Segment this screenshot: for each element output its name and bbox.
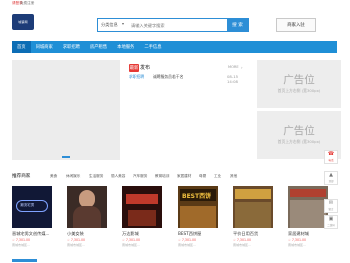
shop-address: 晋城市城区... bbox=[12, 243, 30, 247]
shop-tab[interactable]: 教育培训 bbox=[155, 174, 169, 179]
shop-address: 晋城市城区... bbox=[122, 243, 140, 247]
shop-tab[interactable]: 其他 bbox=[230, 174, 237, 179]
qrcode-icon: ▣ bbox=[328, 216, 334, 222]
shop-name[interactable]: 家居建材城 bbox=[288, 231, 328, 237]
shop-price: ☆ 7,301.00 bbox=[178, 238, 197, 242]
side-top-button[interactable]: ▲ 顶部 bbox=[324, 171, 338, 185]
search-button[interactable]: 搜 索 bbox=[227, 19, 248, 31]
shop-name[interactable]: BEST西饼屋 bbox=[178, 231, 218, 237]
storefront-sign bbox=[126, 194, 158, 204]
shop-name[interactable]: 平价日用百货 bbox=[233, 231, 273, 237]
shop-card[interactable]: 家居建材城 ☆ 7,301.00 晋城市城区... bbox=[288, 186, 328, 247]
shop-image[interactable]: 潮流宅男 bbox=[12, 186, 52, 228]
post-date: 08-15 14:08 bbox=[227, 74, 239, 84]
shop-sign: 潮流宅男 bbox=[20, 203, 35, 207]
shop-tab[interactable]: 休闲娱乐 bbox=[66, 174, 80, 179]
shop-tab[interactable]: 母婴 bbox=[199, 174, 206, 179]
shop-name[interactable]: 晋城宅男文创传媒... bbox=[12, 231, 52, 237]
shop-address: 晋城市城区... bbox=[288, 243, 306, 247]
merchant-join-button[interactable]: 商家入驻 bbox=[276, 18, 316, 32]
storefront-sign bbox=[235, 189, 271, 199]
register-link[interactable]: 免费注册 bbox=[20, 1, 34, 6]
top-bar: 请登录 免费注册 bbox=[0, 0, 350, 9]
arrow-up-icon: ▲ bbox=[329, 172, 333, 178]
shop-price: ☆ 7,301.00 bbox=[288, 238, 307, 242]
shop-tab[interactable]: 美食 bbox=[50, 174, 57, 179]
shop-card[interactable]: 平价日用百货 ☆ 7,301.00 晋城市城区... bbox=[233, 186, 273, 247]
side-label: 电话 bbox=[328, 159, 334, 162]
nav-item-jobs[interactable]: 求职招聘 bbox=[58, 41, 85, 53]
shop-image[interactable]: BEST西饼 bbox=[178, 186, 218, 228]
shop-image[interactable] bbox=[67, 186, 107, 228]
shop-tab[interactable]: 工业 bbox=[214, 174, 221, 179]
storefront bbox=[180, 206, 216, 228]
post-category[interactable]: 求职招聘 bbox=[129, 74, 144, 80]
shop-price: ☆ 7,301.00 bbox=[233, 238, 252, 242]
main-nav: 首页 同城商家 求职招聘 房产租售 本地服务 二手信息 bbox=[12, 41, 337, 53]
chevron-right-icon[interactable]: › bbox=[241, 65, 243, 70]
shop-card[interactable]: 小美女装 ☆ 7,301.00 晋城市城区... bbox=[67, 186, 107, 247]
shop-tab[interactable]: 生活服务 bbox=[89, 174, 103, 179]
shop-tab[interactable]: 汽车服务 bbox=[133, 174, 147, 179]
shop-image[interactable] bbox=[233, 186, 273, 228]
ad-title: 广告位 bbox=[283, 74, 315, 86]
search-box: 分类信息 ▾ 搜 索 bbox=[97, 18, 249, 32]
shop-address: 晋城市城区... bbox=[233, 243, 251, 247]
shop-price: ☆ 7,301.00 bbox=[12, 238, 31, 242]
mail-icon: ✉ bbox=[328, 200, 334, 206]
chevron-down-icon[interactable]: ▾ bbox=[122, 21, 124, 26]
post-title[interactable]: 诚聘服务员若干名 bbox=[153, 74, 183, 80]
side-label: 顶部 bbox=[328, 180, 334, 183]
ad-subtitle: 首页上方右侧 (宽300px) bbox=[277, 139, 321, 144]
side-qrcode-button[interactable]: ▣ 二维码 bbox=[324, 215, 338, 229]
shop-address: 晋城市城区... bbox=[67, 243, 85, 247]
shop-price: ☆ 7,301.00 bbox=[122, 238, 141, 242]
ad-title: 广告位 bbox=[283, 125, 315, 137]
side-message-button[interactable]: ✉ 留言 bbox=[324, 199, 338, 213]
search-type-select[interactable]: 分类信息 bbox=[101, 22, 118, 28]
ad-subtitle: 首页上方右侧 (宽300px) bbox=[277, 88, 321, 93]
nav-item-merchants[interactable]: 同城商家 bbox=[31, 41, 58, 53]
section-title: 推荐商家 bbox=[12, 174, 31, 179]
side-label: 留言 bbox=[328, 208, 334, 211]
shop-image[interactable] bbox=[122, 186, 162, 228]
side-label: 二维码 bbox=[327, 224, 335, 227]
shop-name[interactable]: 小美女装 bbox=[67, 231, 107, 237]
ad-slot-1[interactable]: 广告位 首页上方右侧 (宽300px) bbox=[257, 60, 341, 108]
shop-card[interactable]: 潮流宅男 晋城宅男文创传媒... ☆ 7,301.00 晋城市城区... bbox=[12, 186, 52, 247]
banner-slider[interactable] bbox=[12, 60, 120, 160]
search-input[interactable] bbox=[131, 20, 219, 30]
person-photo bbox=[73, 206, 101, 228]
shop-image[interactable] bbox=[288, 186, 328, 228]
nav-item-secondhand[interactable]: 二手信息 bbox=[139, 41, 166, 53]
shop-sign: BEST西饼 bbox=[182, 193, 212, 200]
post-row[interactable]: 求职招聘 诚聘服务员若干名 08-15 14:08 bbox=[129, 74, 249, 84]
latest-posts-panel: 最新 发布 MORE › 求职招聘 诚聘服务员若干名 08-15 14:08 bbox=[124, 60, 251, 160]
shop-card[interactable]: 万达影城 ☆ 7,301.00 晋城市城区... bbox=[122, 186, 162, 247]
nav-item-home[interactable]: 首页 bbox=[12, 41, 31, 53]
shop-price: ☆ 7,301.00 bbox=[67, 238, 86, 242]
more-link[interactable]: MORE bbox=[228, 65, 239, 69]
shop-tab[interactable]: 家居建材 bbox=[177, 174, 191, 179]
storefront-sign bbox=[290, 189, 326, 197]
panel-title: 发布 bbox=[140, 65, 151, 71]
storefront bbox=[235, 202, 271, 228]
shop-address: 晋城市城区... bbox=[178, 243, 196, 247]
footer-accent bbox=[12, 259, 37, 262]
storefront bbox=[128, 210, 156, 226]
shop-category-bar: 推荐商家 美食 休闲娱乐 生活服务 丽人美容 汽车服务 教育培训 家居建材 母婴… bbox=[12, 172, 302, 181]
storefront bbox=[290, 200, 326, 228]
nav-item-housing[interactable]: 房产租售 bbox=[85, 41, 112, 53]
phone-icon: ☎ bbox=[327, 151, 335, 157]
shop-name[interactable]: 万达影城 bbox=[122, 231, 162, 237]
logo-text: 城镇网 bbox=[18, 20, 28, 24]
side-phone-button[interactable]: ☎ 电话 bbox=[324, 150, 338, 164]
latest-badge: 最新 bbox=[129, 64, 139, 72]
site-logo[interactable]: 城镇网 bbox=[12, 14, 34, 30]
shop-card[interactable]: BEST西饼 BEST西饼屋 ☆ 7,301.00 晋城市城区... bbox=[178, 186, 218, 247]
shop-tab[interactable]: 丽人美容 bbox=[111, 174, 125, 179]
nav-item-services[interactable]: 本地服务 bbox=[112, 41, 139, 53]
slider-indicator[interactable] bbox=[62, 156, 70, 158]
